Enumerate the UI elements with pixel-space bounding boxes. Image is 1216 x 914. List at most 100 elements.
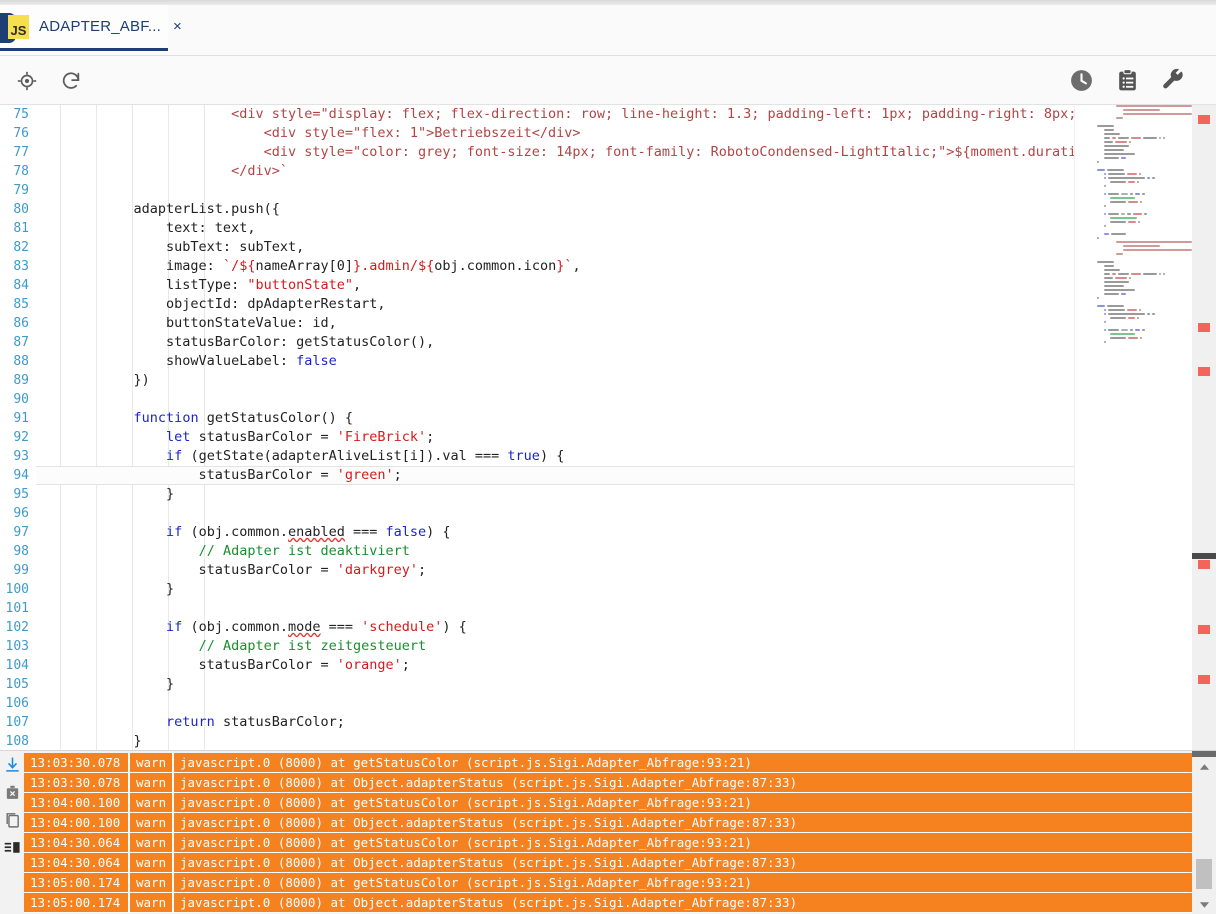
log-row[interactable]: 13:04:00.100 warn javascript.0 (8000) at O… <box>24 813 1192 832</box>
code-line[interactable]: statusBarColor = 'green'; <box>36 466 1074 485</box>
code-token: } <box>36 486 175 502</box>
code-line[interactable]: } <box>36 675 1074 694</box>
code-line[interactable]: showValueLabel: false <box>36 352 1074 371</box>
code-editor[interactable]: 75 76 77 78 79 80 81 82 83 84 85 86 87 88 89 90 91 92 93 94… <box>0 105 1216 750</box>
log-row[interactable]: 13:05:00.174 warn javascript.0 (8000) at O… <box>24 893 1192 912</box>
log-layout-icon[interactable] <box>3 839 21 857</box>
minimap-line <box>1075 133 1192 136</box>
minimap-segment <box>1115 277 1128 279</box>
code-line[interactable]: return statusBarColor; <box>36 713 1074 732</box>
error-marker[interactable] <box>1198 115 1210 124</box>
clipboard-list-icon[interactable] <box>1114 68 1140 94</box>
code-line[interactable]: // Adapter ist deaktiviert <box>36 542 1074 561</box>
wrench-icon[interactable] <box>1160 68 1186 94</box>
minimap[interactable] <box>1074 105 1192 750</box>
error-marker[interactable] <box>1198 367 1210 376</box>
code-token: , <box>572 258 581 274</box>
locate-icon[interactable] <box>14 68 40 94</box>
log-message: javascript.0 (8000) at Object.adapterSta… <box>180 815 798 830</box>
minimap-segment <box>1103 329 1106 331</box>
code-token: statusBarColor = <box>36 657 337 673</box>
code-line[interactable]: text: text, <box>36 219 1074 238</box>
editor-scroll-thumb[interactable] <box>1192 553 1216 559</box>
minimap-segment <box>1103 265 1115 267</box>
code-line[interactable]: if (getState(adapterAliveList[i]).val ==… <box>36 447 1074 466</box>
log-row-list[interactable]: 13:03:30.078 warn javascript.0 (8000) at g… <box>24 753 1192 913</box>
log-row[interactable]: 13:04:00.100 warn javascript.0 (8000) at g… <box>24 793 1192 812</box>
copy-log-icon[interactable] <box>3 811 21 829</box>
code-line[interactable]: statusBarColor = 'darkgrey'; <box>36 561 1074 580</box>
code-token: enabled <box>287 524 345 540</box>
error-marker[interactable] <box>1198 323 1210 332</box>
code-line[interactable]: let statusBarColor = 'FireBrick'; <box>36 428 1074 447</box>
code-content[interactable]: <div style="display: flex; flex-directio… <box>36 105 1085 750</box>
tab-strip: JS ADAPTER_ABF... × <box>0 0 1216 56</box>
code-line[interactable]: buttonStateValue: id, <box>36 314 1074 333</box>
clear-log-icon[interactable] <box>3 783 21 801</box>
code-line[interactable]: function getStatusColor() { <box>36 409 1074 428</box>
code-token: <div style="color: grey; font-size: 14px… <box>263 144 1085 160</box>
minimap-segment <box>1110 181 1127 183</box>
line-number: 86 <box>13 316 29 331</box>
code-line[interactable]: <div style="color: grey; font-size: 14px… <box>36 143 1085 162</box>
script-editor-window: JS ADAPTER_ABF... × 75 76 77 78 79 80 81… <box>0 0 1216 914</box>
minimap-line <box>1075 293 1192 296</box>
minimap-segment <box>1128 181 1135 183</box>
code-line[interactable] <box>36 181 1074 200</box>
line-number: 83 <box>13 259 29 274</box>
editor-tab-adapter-abfrage[interactable]: JS ADAPTER_ABF... × <box>0 5 182 51</box>
scroll-up-arrow-icon[interactable] <box>1192 759 1216 775</box>
minimap-segment <box>1103 269 1120 271</box>
code-line[interactable]: </div>` <box>36 162 1074 181</box>
code-line[interactable]: } <box>36 485 1074 504</box>
minimap-segment <box>1103 277 1114 279</box>
minimap-line <box>1075 237 1192 240</box>
minimap-line <box>1075 257 1192 260</box>
code-token: statusBarColor = <box>190 429 337 445</box>
reload-icon[interactable] <box>58 68 84 94</box>
clock-icon[interactable] <box>1068 68 1094 94</box>
log-scroll-thumb[interactable] <box>1196 859 1212 889</box>
error-marker[interactable] <box>1198 675 1210 684</box>
minimap-line <box>1075 169 1192 172</box>
code-line[interactable] <box>36 390 1074 409</box>
code-line[interactable]: <div style="flex: 1">Betriebszeit</div> <box>36 124 1074 143</box>
code-token: } <box>36 581 175 597</box>
code-line[interactable]: } <box>36 732 1074 750</box>
code-line[interactable] <box>36 694 1074 713</box>
log-timestamp: 13:04:30.064 <box>30 835 121 850</box>
code-line[interactable]: } <box>36 580 1074 599</box>
code-line[interactable]: if (obj.common.mode === 'schedule') { <box>36 618 1074 637</box>
log-scrollbar[interactable] <box>1192 751 1216 914</box>
log-row[interactable]: 13:03:30.078 warn javascript.0 (8000) at O… <box>24 773 1192 792</box>
code-line[interactable]: adapterList.push({ <box>36 200 1074 219</box>
code-line[interactable]: objectId: dpAdapterRestart, <box>36 295 1074 314</box>
log-row[interactable]: 13:04:30.064 warn javascript.0 (8000) at g… <box>24 833 1192 852</box>
close-icon[interactable]: × <box>169 17 186 36</box>
code-line[interactable]: subText: subText, <box>36 238 1074 257</box>
error-marker[interactable] <box>1198 560 1210 569</box>
code-line[interactable]: image: `/${nameArray[0]}.admin/${obj.com… <box>36 257 1074 276</box>
code-line[interactable]: // Adapter ist zeitgesteuert <box>36 637 1074 656</box>
minimap-segment <box>1103 233 1110 235</box>
overview-ruler[interactable] <box>1192 105 1216 750</box>
code-line[interactable]: if (obj.common.enabled === false) { <box>36 523 1074 542</box>
scroll-to-bottom-icon[interactable] <box>3 755 21 773</box>
log-message: javascript.0 (8000) at Object.adapterSta… <box>180 895 798 910</box>
code-line[interactable]: listType: "buttonState", <box>36 276 1074 295</box>
minimap-segment <box>1144 213 1147 215</box>
line-number: 90 <box>13 392 29 407</box>
code-line[interactable]: <div style="display: flex; flex-directio… <box>36 105 1076 124</box>
code-line[interactable]: statusBarColor: getStatusColor(), <box>36 333 1074 352</box>
log-row[interactable]: 13:03:30.078 warn javascript.0 (8000) at g… <box>24 753 1192 772</box>
code-line[interactable] <box>36 504 1074 523</box>
code-line[interactable] <box>36 599 1074 618</box>
error-marker[interactable] <box>1198 625 1210 634</box>
code-line[interactable]: }) <box>36 371 1074 390</box>
code-line[interactable]: statusBarColor = 'orange'; <box>36 656 1074 675</box>
minimap-segment <box>1103 225 1106 227</box>
log-row[interactable]: 13:05:00.174 warn javascript.0 (8000) at g… <box>24 873 1192 892</box>
scroll-down-arrow-icon[interactable] <box>1192 897 1216 913</box>
log-row[interactable]: 13:04:30.064 warn javascript.0 (8000) at O… <box>24 853 1192 872</box>
